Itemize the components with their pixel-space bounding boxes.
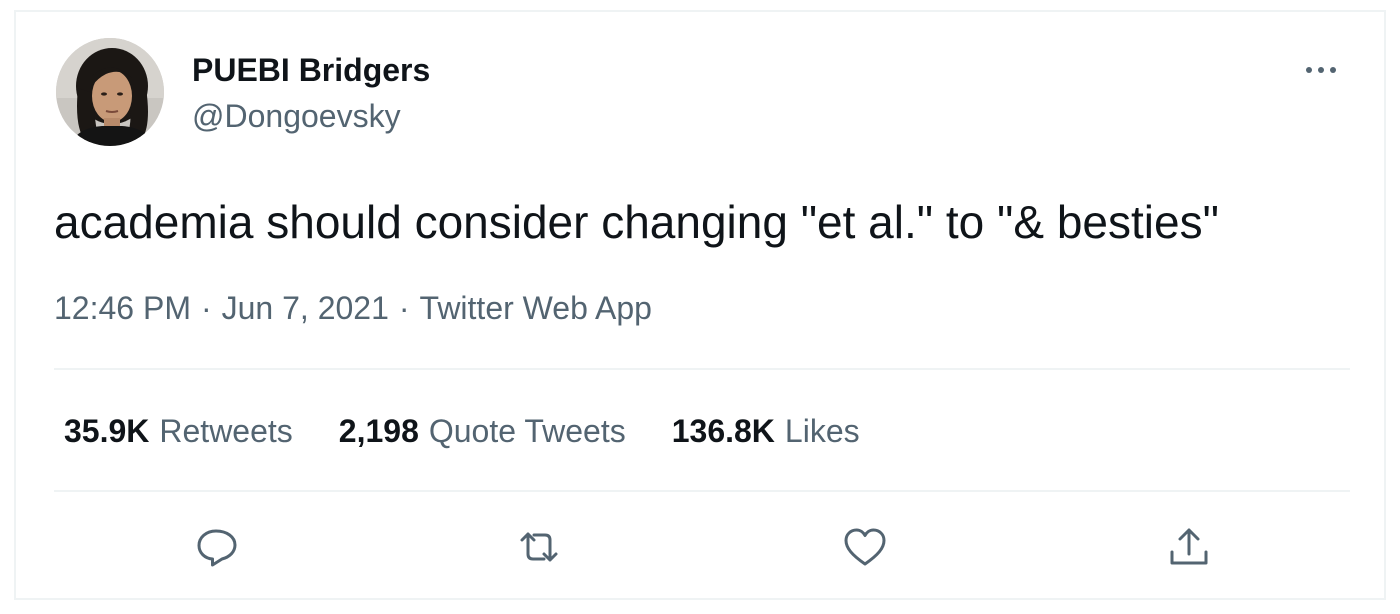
tweet-date[interactable]: Jun 7, 2021 <box>222 290 389 326</box>
reply-button[interactable] <box>192 522 242 572</box>
reply-icon <box>197 529 237 567</box>
action-bar <box>16 522 1384 572</box>
likes-stat[interactable]: 136.8K Likes <box>672 410 860 452</box>
quote-tweets-count: 2,198 <box>338 413 419 449</box>
tweet-stats: 35.9K Retweets 2,198 Quote Tweets 136.8K Li… <box>64 410 906 452</box>
heart-icon <box>844 528 886 566</box>
tweet-metadata: 12:46 PM · Jun 7, 2021 · Twitter Web App <box>54 288 652 328</box>
separator: · <box>398 290 410 326</box>
retweets-count: 35.9K <box>64 413 150 449</box>
tweet-text: academia should consider changing "et al… <box>54 196 1219 248</box>
more-options-icon <box>1306 67 1336 73</box>
retweets-stat[interactable]: 35.9K Retweets <box>64 410 293 452</box>
author-display-name[interactable]: PUEBI Bridgers <box>192 50 430 90</box>
avatar-image <box>56 38 164 146</box>
retweet-button[interactable] <box>514 522 564 572</box>
tweet-card: PUEBI Bridgers @Dongoevsky academia shou… <box>14 10 1386 600</box>
retweets-label: Retweets <box>159 413 293 449</box>
separator: · <box>200 290 212 326</box>
tweet-source[interactable]: Twitter Web App <box>420 290 652 326</box>
more-options-button[interactable] <box>1298 50 1344 90</box>
likes-count: 136.8K <box>671 413 775 449</box>
quote-tweets-label: Quote Tweets <box>428 413 626 449</box>
retweet-icon <box>520 532 558 562</box>
avatar[interactable] <box>56 38 164 146</box>
share-button[interactable] <box>1164 522 1214 572</box>
quote-tweets-stat[interactable]: 2,198 Quote Tweets <box>339 410 626 452</box>
likes-label: Likes <box>784 413 860 449</box>
divider <box>54 368 1350 370</box>
author-handle[interactable]: @Dongoevsky <box>192 96 401 136</box>
divider <box>54 490 1350 492</box>
share-icon <box>1170 528 1208 565</box>
like-button[interactable] <box>840 522 890 572</box>
tweet-time[interactable]: 12:46 PM <box>54 290 191 326</box>
